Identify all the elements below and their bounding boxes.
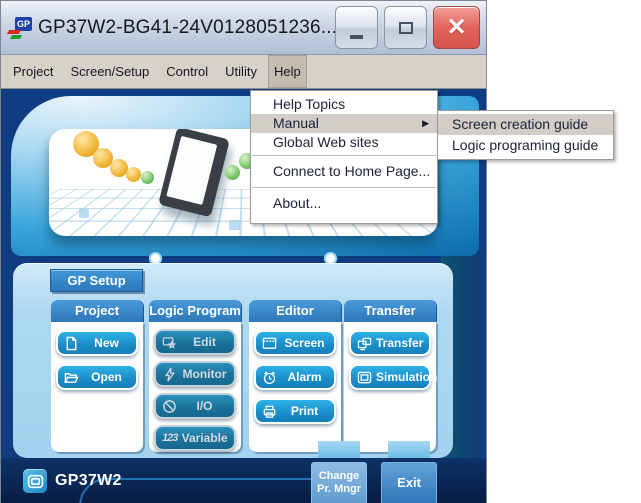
- green-coin-decor: [141, 171, 154, 184]
- gp-device-icon: [23, 469, 47, 493]
- minimize-button[interactable]: [335, 6, 378, 49]
- logic-edit-icon: [162, 335, 177, 350]
- app-window: GP GP37W2-BG41-24V0128051236... ✕ Projec…: [0, 0, 487, 503]
- transfer-icon: [357, 336, 372, 351]
- green-coin-decor: [225, 165, 240, 180]
- title-bar[interactable]: GP GP37W2-BG41-24V0128051236... ✕: [1, 1, 486, 55]
- close-button[interactable]: ✕: [433, 6, 480, 49]
- logo-red-bar: [7, 30, 21, 34]
- button-label: Open: [83, 370, 132, 384]
- screen-button[interactable]: Screen: [254, 330, 336, 356]
- button-label: New: [83, 336, 132, 350]
- close-icon: ✕: [446, 16, 466, 40]
- menu-project[interactable]: Project: [7, 55, 59, 88]
- column-header-logic-program: Logic Program: [149, 300, 241, 322]
- menu-item-help-topics[interactable]: Help Topics: [251, 95, 437, 114]
- window-title: GP37W2-BG41-24V0128051236...: [38, 17, 337, 39]
- grid-square-decor: [79, 209, 89, 218]
- column-editor: Editor Screen Alarm: [249, 300, 341, 452]
- monitor-lightning-icon: [162, 367, 177, 382]
- button-label: Transfer: [376, 336, 425, 350]
- manual-submenu: Screen creation guide Logic programing g…: [437, 110, 614, 160]
- print-icon: [262, 404, 277, 419]
- button-label: I/O: [181, 399, 230, 413]
- variable-123-icon: 123: [162, 432, 177, 444]
- submenu-item-screen-creation-guide[interactable]: Screen creation guide: [438, 114, 613, 135]
- change-project-manager-button[interactable]: Change Pr. Mngr: [311, 462, 367, 503]
- device-model-label: GP37W2: [55, 472, 122, 490]
- column-header-project: Project: [51, 300, 143, 322]
- menu-utility[interactable]: Utility: [219, 55, 263, 88]
- change-button-line1: Change: [312, 470, 366, 483]
- column-card-transfer: Transfer Simulation: [344, 322, 436, 452]
- button-label: Screen: [281, 336, 330, 350]
- footer-bar: GP37W2 Change Pr. Mngr Exit: [1, 458, 486, 503]
- button-label: Simulation: [376, 370, 439, 384]
- button-label: Print: [281, 404, 330, 418]
- screenshot-canvas: GP GP37W2-BG41-24V0128051236... ✕ Projec…: [0, 0, 641, 503]
- orange-coin-decor: [126, 167, 141, 182]
- alarm-button[interactable]: Alarm: [254, 364, 336, 390]
- menu-separator: [252, 155, 436, 156]
- button-label: Edit: [181, 335, 230, 349]
- gp-setup-button[interactable]: GP Setup: [50, 269, 143, 292]
- column-project: Project New Open: [51, 300, 143, 452]
- logo-green-bar: [10, 35, 22, 39]
- alarm-clock-icon: [262, 370, 277, 385]
- io-slash-icon: [162, 399, 177, 414]
- column-card-project: New Open: [51, 322, 143, 452]
- exit-button[interactable]: Exit: [381, 462, 437, 503]
- app-logo-icon: GP: [8, 16, 32, 40]
- button-label: Monitor: [181, 367, 230, 381]
- column-transfer: Transfer Transfer Simulation: [344, 300, 436, 452]
- column-header-editor: Editor: [249, 300, 341, 322]
- launcher-panel: GP Setup Project New: [13, 263, 453, 458]
- menu-item-connect-home-page[interactable]: Connect to Home Page...: [251, 159, 437, 184]
- menu-item-manual-label: Manual: [273, 114, 319, 133]
- minimize-icon: [350, 35, 363, 39]
- menu-control[interactable]: Control: [160, 55, 214, 88]
- new-document-icon: [64, 336, 79, 351]
- maximize-icon: [399, 22, 413, 34]
- menu-separator: [252, 187, 436, 188]
- help-dropdown-menu: Help Topics Manual ▶ Global Web sites Co…: [250, 90, 438, 224]
- edit-button[interactable]: Edit: [154, 329, 236, 355]
- simulation-icon: [357, 370, 372, 385]
- grid-square-decor: [229, 220, 240, 230]
- menu-screen-setup[interactable]: Screen/Setup: [64, 55, 155, 88]
- app-logo-text: GP: [15, 17, 32, 31]
- open-button[interactable]: Open: [56, 364, 138, 390]
- print-button[interactable]: Print: [254, 398, 336, 424]
- simulation-button[interactable]: Simulation: [349, 364, 431, 390]
- column-header-transfer: Transfer: [344, 300, 436, 322]
- column-card-editor: Screen Alarm Print: [249, 322, 341, 452]
- window-controls: ✕: [335, 6, 480, 49]
- column-logic-program: Logic Program Edit Monitor: [149, 300, 241, 452]
- submenu-item-logic-programing-guide[interactable]: Logic programing guide: [438, 135, 613, 156]
- menu-bar: Project Screen/Setup Control Utility Hel…: [1, 55, 486, 89]
- menu-item-about[interactable]: About...: [251, 191, 437, 216]
- screen-window-icon: [262, 336, 277, 351]
- monitor-button[interactable]: Monitor: [154, 361, 236, 387]
- button-label: Variable: [181, 431, 230, 445]
- open-folder-icon: [64, 370, 79, 385]
- menu-item-manual[interactable]: Manual ▶: [251, 114, 437, 133]
- submenu-arrow-icon: ▶: [422, 114, 437, 133]
- io-button[interactable]: I/O: [154, 393, 236, 419]
- transfer-button[interactable]: Transfer: [349, 330, 431, 356]
- column-card-logic-program: Edit Monitor I/O: [149, 322, 241, 452]
- menu-item-global-web-sites[interactable]: Global Web sites: [251, 133, 437, 152]
- device-screen-decor: [166, 136, 217, 205]
- maximize-button[interactable]: [384, 6, 427, 49]
- change-button-line2: Pr. Mngr: [312, 483, 366, 496]
- button-label: Alarm: [281, 370, 330, 384]
- variable-button[interactable]: 123 Variable: [154, 425, 236, 451]
- new-button[interactable]: New: [56, 330, 138, 356]
- menu-help[interactable]: Help: [268, 55, 307, 88]
